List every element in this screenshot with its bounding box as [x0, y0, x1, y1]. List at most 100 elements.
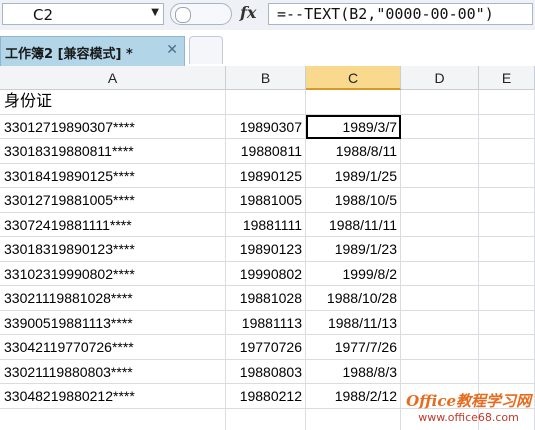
- cell-a[interactable]: 33048219880212****: [0, 384, 226, 409]
- cell-a[interactable]: 33102319990802****: [0, 261, 226, 286]
- cell-b[interactable]: 19770726: [226, 335, 306, 360]
- name-box-value: C2: [33, 6, 54, 24]
- cell-e[interactable]: [479, 335, 535, 360]
- table-row: 33012719881005**** 19881005 1988/10/5: [0, 188, 535, 213]
- table-row: 身份证: [0, 90, 535, 115]
- workbook-tab[interactable]: 工作簿2 [兼容模式] * ✕: [0, 36, 185, 66]
- watermark-title: Office教程学习网: [406, 392, 531, 410]
- cell-a[interactable]: 33900519881113****: [0, 310, 226, 335]
- cell-d[interactable]: [401, 237, 479, 262]
- workbook-tab-strip: 工作簿2 [兼容模式] * ✕: [0, 30, 535, 67]
- spreadsheet-grid: A B C D E 身份证 33012719890307**** 19890307 1…: [0, 66, 535, 430]
- table-row: 33072419881111**** 19881111 1988/11/11: [0, 212, 535, 237]
- cell-a[interactable]: 33021119881028****: [0, 286, 226, 311]
- column-header-e[interactable]: E: [479, 66, 535, 90]
- cell-a[interactable]: 33021119880803****: [0, 359, 226, 384]
- cell-b[interactable]: 19881005: [226, 188, 306, 213]
- cell-b[interactable]: 19890307: [226, 114, 306, 139]
- cell-a[interactable]: 33018319890123****: [0, 237, 226, 262]
- table-row: 33042119770726**** 19770726 1977/7/26: [0, 335, 535, 360]
- cell-a[interactable]: 33072419881111****: [0, 212, 226, 237]
- cell-d[interactable]: [401, 359, 479, 384]
- insert-function-icon[interactable]: fx: [240, 3, 256, 22]
- formula-text: =--TEXT(B2,"0000-00-00"): [277, 5, 494, 23]
- cell-c[interactable]: 1988/8/3: [306, 359, 401, 384]
- cell-c[interactable]: [306, 90, 401, 115]
- cell-d[interactable]: [401, 163, 479, 188]
- cell-d[interactable]: [401, 90, 479, 115]
- table-row: 33018319890123**** 19890123 1989/1/23: [0, 237, 535, 262]
- cell-b[interactable]: 19990802: [226, 261, 306, 286]
- cell-e[interactable]: [479, 188, 535, 213]
- cell-c[interactable]: 1989/1/23: [306, 237, 401, 262]
- cell-c[interactable]: 1989/3/7: [306, 114, 401, 139]
- cell-c[interactable]: 1988/11/11: [306, 212, 401, 237]
- cell-c[interactable]: 1988/8/11: [306, 139, 401, 164]
- watermark-url: www.office68.com: [418, 411, 519, 424]
- cell-d[interactable]: [401, 212, 479, 237]
- cell-c[interactable]: 1988/2/12: [306, 384, 401, 409]
- column-header-d[interactable]: D: [401, 66, 479, 90]
- cell-a[interactable]: [0, 408, 226, 430]
- table-row: 33021119881028**** 19881028 1988/10/28: [0, 286, 535, 311]
- cell-d[interactable]: [401, 114, 479, 139]
- cell-b[interactable]: 19881028: [226, 286, 306, 311]
- cell-e[interactable]: [479, 286, 535, 311]
- cell-b[interactable]: [226, 90, 306, 115]
- workbook-tab-label: 工作簿2 [兼容模式] *: [5, 47, 133, 62]
- formula-bar-expand-control[interactable]: [170, 3, 232, 25]
- chevron-down-icon[interactable]: ▼: [151, 7, 159, 18]
- cell-a[interactable]: 33012719890307****: [0, 114, 226, 139]
- cell-d[interactable]: [401, 310, 479, 335]
- cell-d[interactable]: [401, 188, 479, 213]
- cell-c[interactable]: 1989/1/25: [306, 163, 401, 188]
- cell-e[interactable]: [479, 114, 535, 139]
- cell-c[interactable]: 1988/10/5: [306, 188, 401, 213]
- formula-bar: C2 ▼ fx =--TEXT(B2,"0000-00-00"): [0, 0, 535, 31]
- column-header-c[interactable]: C: [306, 66, 401, 90]
- cell-b[interactable]: 19890125: [226, 163, 306, 188]
- table-row: 33102319990802**** 19990802 1999/8/2: [0, 261, 535, 286]
- cell-e[interactable]: [479, 163, 535, 188]
- cell-b[interactable]: 19890123: [226, 237, 306, 262]
- cell-c[interactable]: 1999/8/2: [306, 261, 401, 286]
- cell-c[interactable]: 1977/7/26: [306, 335, 401, 360]
- column-header-a[interactable]: A: [0, 66, 226, 90]
- cell-b[interactable]: 19881111: [226, 212, 306, 237]
- close-icon[interactable]: ✕: [166, 42, 178, 58]
- table-row: 33018419890125**** 19890125 1989/1/25: [0, 163, 535, 188]
- table-row: 33021119880803**** 19880803 1988/8/3: [0, 359, 535, 384]
- name-box[interactable]: C2 ▼: [2, 3, 164, 25]
- cell-e[interactable]: [479, 139, 535, 164]
- cell-b[interactable]: 19881113: [226, 310, 306, 335]
- cell-d[interactable]: [401, 139, 479, 164]
- cell-c[interactable]: 1988/11/13: [306, 310, 401, 335]
- cell-e[interactable]: [479, 90, 535, 115]
- cell-a[interactable]: 身份证: [0, 90, 226, 115]
- cell-d[interactable]: [401, 286, 479, 311]
- cell-c[interactable]: 1988/10/28: [306, 286, 401, 311]
- cell-e[interactable]: [479, 212, 535, 237]
- cell-b[interactable]: 19880803: [226, 359, 306, 384]
- cell-a[interactable]: 33042119770726****: [0, 335, 226, 360]
- column-header-row: A B C D E: [0, 66, 535, 90]
- cell-e[interactable]: [479, 261, 535, 286]
- formula-input[interactable]: =--TEXT(B2,"0000-00-00"): [268, 3, 533, 25]
- cell-d[interactable]: [401, 335, 479, 360]
- table-row: 33018319880811**** 19880811 1988/8/11: [0, 139, 535, 164]
- cell-d[interactable]: [401, 261, 479, 286]
- cell-b[interactable]: [226, 408, 306, 430]
- cell-a[interactable]: 33018419890125****: [0, 163, 226, 188]
- cell-a[interactable]: 33018319880811****: [0, 139, 226, 164]
- cell-a[interactable]: 33012719881005****: [0, 188, 226, 213]
- cell-e[interactable]: [479, 237, 535, 262]
- column-header-b[interactable]: B: [226, 66, 306, 90]
- cell-e[interactable]: [479, 359, 535, 384]
- cell-e[interactable]: [479, 310, 535, 335]
- table-row: 33900519881113**** 19881113 1988/11/13: [0, 310, 535, 335]
- table-row: 33012719890307**** 19890307 1989/3/7: [0, 114, 535, 139]
- new-workbook-tab-button[interactable]: [189, 36, 223, 64]
- cell-b[interactable]: 19880212: [226, 384, 306, 409]
- cell-b[interactable]: 19880811: [226, 139, 306, 164]
- cell-c[interactable]: [306, 408, 401, 430]
